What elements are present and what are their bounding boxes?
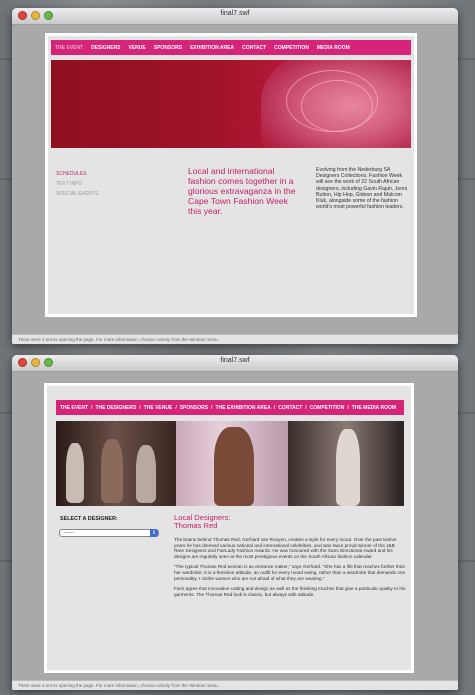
browser-window-2: final7.swf THE EVENT / THE DESIGNERS / T…: [12, 355, 458, 690]
hero-necklace-shape: [301, 80, 373, 132]
hero-image: [51, 60, 411, 148]
nav-item-venue[interactable]: VENUE: [129, 45, 146, 51]
nav-item-exhibition-area[interactable]: EXHIBITION AREA: [190, 45, 234, 51]
bio-paragraph: Fans agree that innovative cutting and d…: [174, 586, 406, 597]
runway-photo-2: [176, 421, 288, 506]
main-nav: THE EVENT / THE DESIGNERS / THE VENUE / …: [56, 400, 404, 415]
nav-item-sponsors[interactable]: SPONSORS: [180, 405, 208, 411]
nav-separator: /: [175, 404, 177, 411]
main-nav: THE EVENT DESIGNERS VENUE SPONSORS EXHIB…: [51, 40, 411, 55]
nav-item-media-room[interactable]: MEDIA ROOM: [317, 45, 350, 51]
title-bar[interactable]: final7.swf: [12, 355, 458, 372]
title-bar[interactable]: final7.swf: [12, 8, 458, 25]
nav-separator: /: [273, 404, 276, 411]
model-figure: [136, 445, 156, 503]
runway-photo-1: [56, 421, 176, 506]
model-figure: [214, 427, 254, 506]
nav-item-the-designers[interactable]: THE DESIGNERS: [95, 405, 136, 411]
nav-item-the-event[interactable]: THE EVENT: [55, 45, 83, 51]
nav-item-the-media-room[interactable]: THE MEDIA ROOM: [352, 405, 396, 411]
designer-dropdown[interactable]: ------ ⇕: [59, 529, 159, 537]
nav-item-the-event[interactable]: THE EVENT: [60, 405, 88, 411]
window-title: final7.swf: [220, 357, 250, 364]
runway-photo-3: [288, 421, 404, 506]
designer-bio: The brains behind Thomas Red, Gerhard va…: [174, 537, 406, 602]
model-figure: [336, 429, 360, 506]
runway-photo-collage: [56, 421, 404, 506]
nav-item-the-venue[interactable]: THE VENUE: [144, 405, 173, 411]
model-figure: [101, 439, 123, 503]
nav-separator: /: [347, 404, 349, 411]
dropdown-value: ------: [64, 530, 74, 536]
dropdown-arrow-icon[interactable]: ⇕: [150, 529, 158, 537]
nav-item-designers[interactable]: DESIGNERS: [91, 45, 120, 51]
sub-nav-text-info[interactable]: TEXT INFO: [56, 181, 98, 187]
tagline: Local and international fashion comes to…: [188, 166, 296, 216]
sub-nav: SCHEDULES TEXT INFO SPECIAL EVENTS: [56, 171, 98, 201]
nav-separator: /: [91, 404, 93, 411]
sub-nav-schedules[interactable]: SCHEDULES: [56, 171, 98, 177]
intro-blurb: Evolving from the Nederburg SA Designers…: [316, 167, 408, 211]
status-bar: There were 2 errors opening the page. Fo…: [12, 680, 458, 690]
flash-content-area: THE EVENT / THE DESIGNERS / THE VENUE / …: [12, 372, 458, 680]
sub-nav-special-events[interactable]: SPECIAL EVENTS: [56, 191, 98, 197]
bio-paragraph: The brains behind Thomas Red, Gerhard va…: [174, 537, 397, 559]
model-figure: [66, 443, 84, 503]
bio-paragraph: "The typical Thomas Red woman is an entr…: [174, 564, 406, 581]
nav-item-sponsors[interactable]: SPONSORS: [154, 45, 182, 51]
window-title: final7.swf: [220, 10, 250, 17]
designer-heading: Local Designers: Thomas Red: [174, 513, 231, 531]
nav-item-competition[interactable]: COMPETITION: [310, 405, 345, 411]
designer-name: Thomas Red: [174, 521, 218, 531]
select-designer-label: SELECT A DESIGNER:: [60, 516, 118, 522]
nav-item-competition[interactable]: COMPETITION: [274, 45, 309, 51]
browser-window-1: final7.swf THE EVENT DESIGNERS VENUE SPO…: [12, 8, 458, 344]
status-bar: There were 2 errors opening the page. Fo…: [12, 334, 458, 344]
nav-separator: /: [305, 404, 307, 411]
flash-stage: THE EVENT / THE DESIGNERS / THE VENUE / …: [44, 383, 414, 673]
nav-separator: /: [211, 404, 213, 411]
nav-item-contact[interactable]: CONTACT: [242, 45, 266, 51]
flash-content-area: THE EVENT DESIGNERS VENUE SPONSORS EXHIB…: [12, 25, 458, 334]
nav-separator: /: [139, 404, 141, 411]
nav-item-the-exhibition-area[interactable]: THE EXHIBITION AREA: [215, 405, 270, 411]
nav-item-contact[interactable]: CONTACT: [278, 405, 302, 411]
flash-stage: THE EVENT DESIGNERS VENUE SPONSORS EXHIB…: [45, 33, 417, 317]
